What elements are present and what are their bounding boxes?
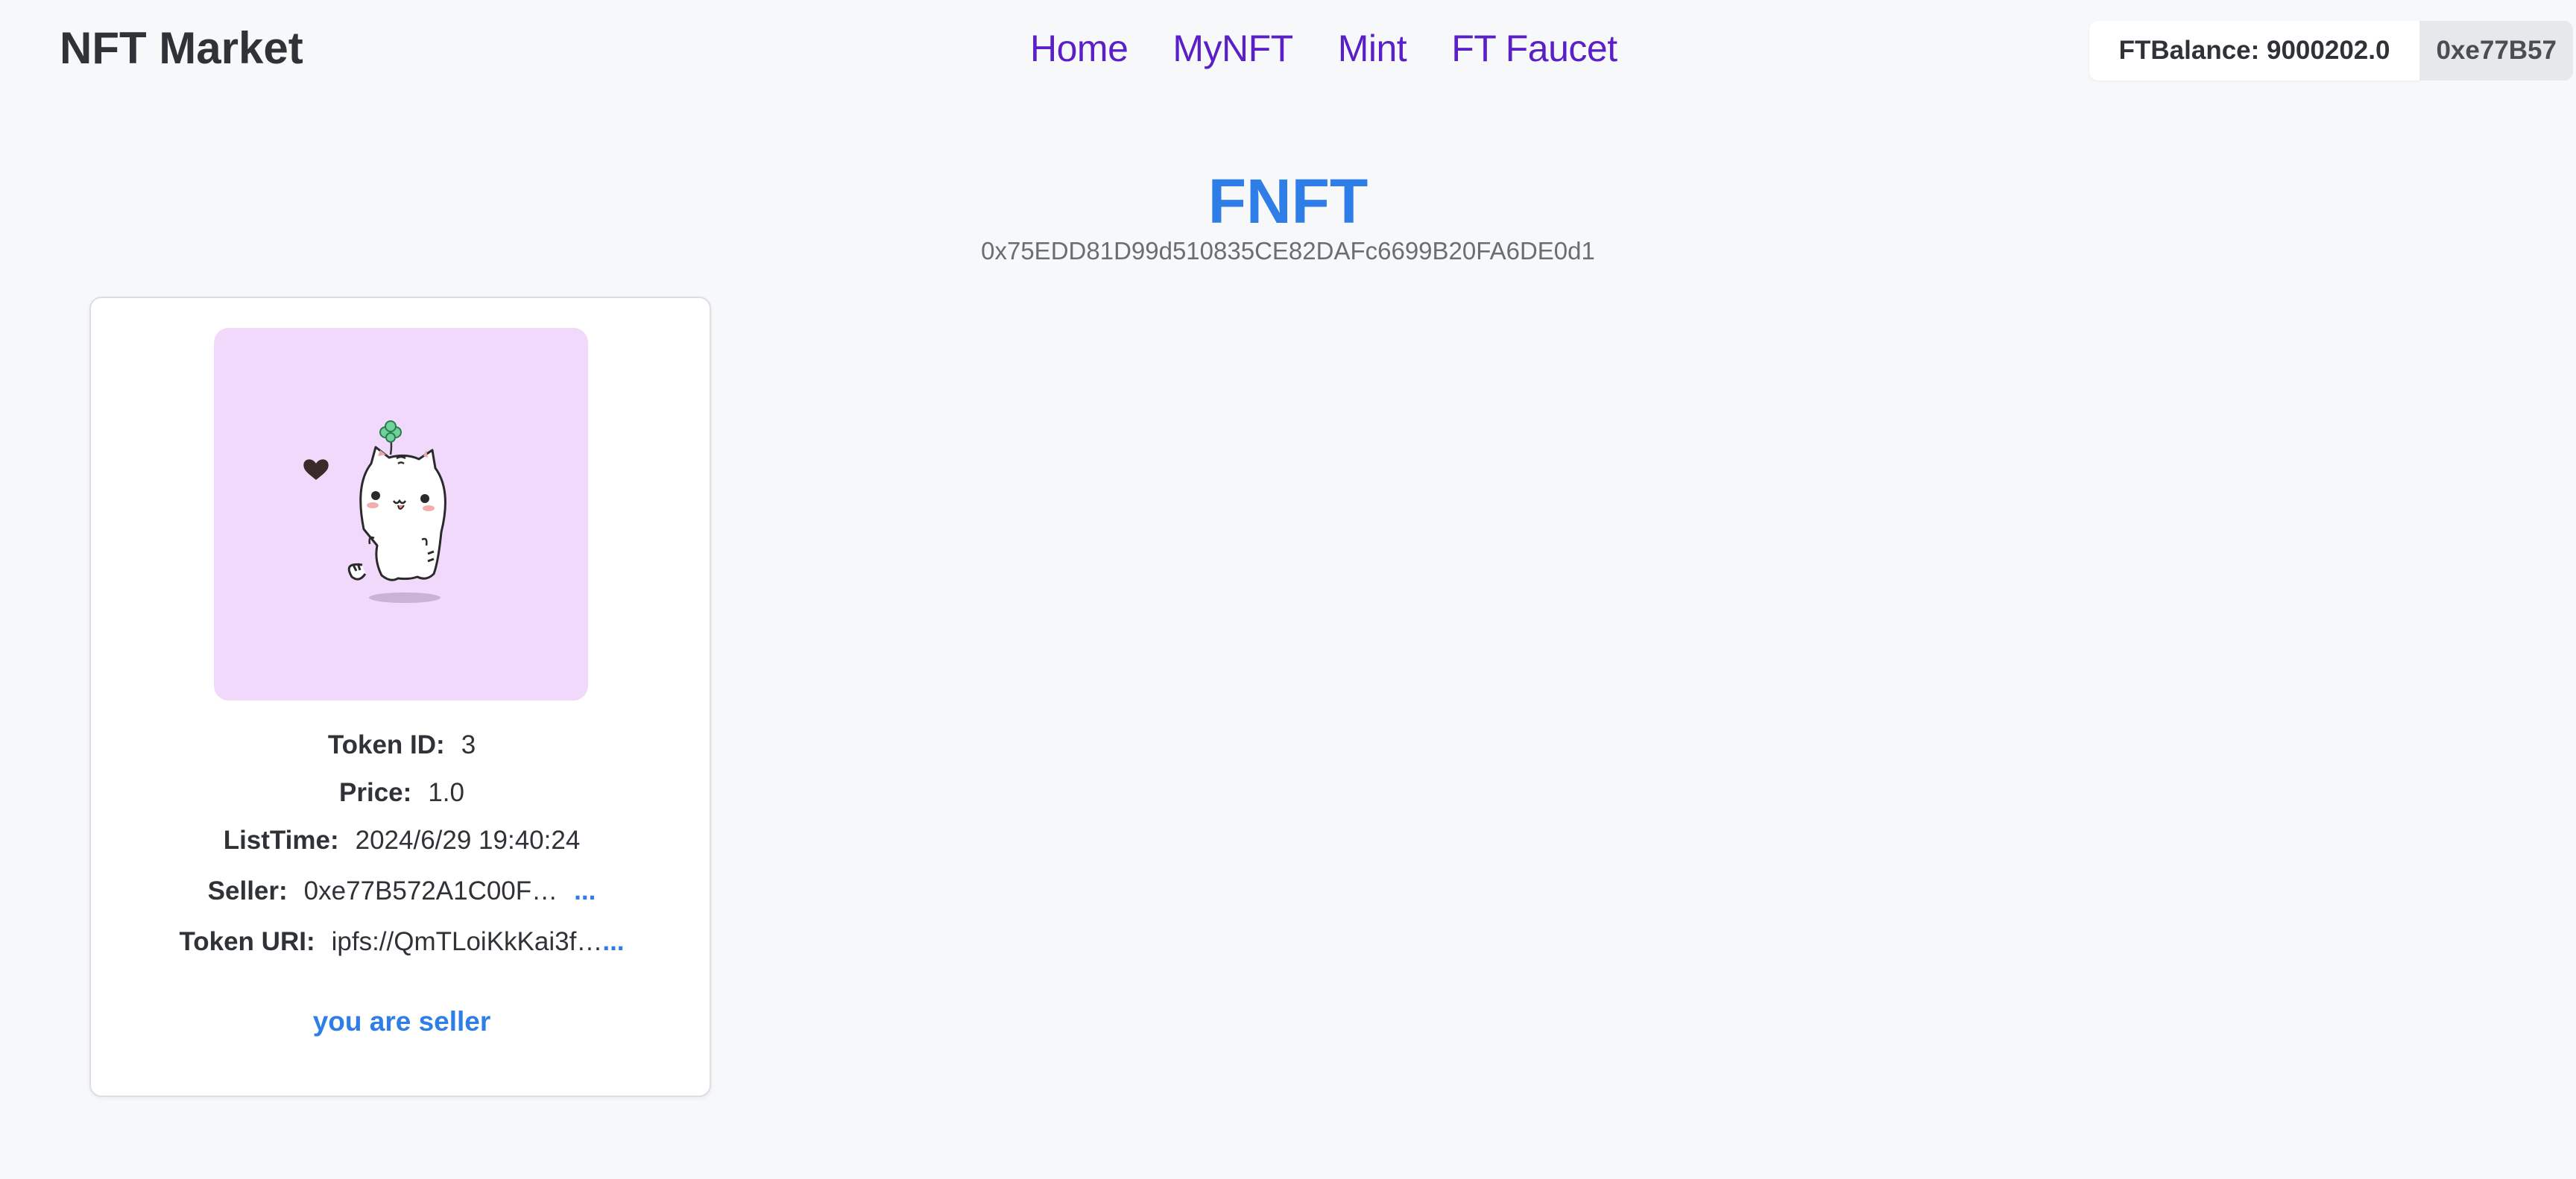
seller-label: Seller: bbox=[207, 876, 288, 905]
app-logo[interactable]: NFT Market bbox=[60, 22, 303, 74]
price-label: Price: bbox=[339, 778, 412, 807]
token-id-value: 3 bbox=[461, 730, 476, 759]
seller-row: Seller: 0xe77B572A1C00F… ... bbox=[91, 876, 713, 906]
cat-illustration bbox=[215, 328, 587, 701]
nav-mynft[interactable]: MyNFT bbox=[1172, 27, 1293, 70]
price-row: Price: 1.0 bbox=[91, 778, 713, 808]
token-id-label: Token ID: bbox=[327, 730, 445, 759]
seller-status: you are seller bbox=[312, 1006, 491, 1037]
list-time-row: ListTime: 2024/6/29 19:40:24 bbox=[91, 826, 713, 856]
nft-card[interactable]: Token ID: 3 Price: 1.0 ListTime: 2024/6/… bbox=[89, 297, 711, 1097]
token-uri-value: ipfs://QmTLoiKkKai3f… bbox=[331, 927, 603, 956]
token-uri-expand-button[interactable]: ... bbox=[602, 927, 624, 957]
token-id-row: Token ID: 3 bbox=[91, 730, 713, 760]
wallet-widget[interactable]: FTBalance: 9000202.0 0xe77B57 bbox=[2089, 21, 2573, 80]
main-nav: Home MyNFT Mint FT Faucet bbox=[1030, 27, 1617, 70]
price-value: 1.0 bbox=[428, 778, 464, 807]
ft-balance: FTBalance: 9000202.0 bbox=[2089, 21, 2420, 80]
page: NFT Market Home MyNFT Mint FT Faucet FTB… bbox=[0, 0, 2576, 1179]
list-time-value: 2024/6/29 19:40:24 bbox=[355, 826, 581, 855]
nav-ft-faucet[interactable]: FT Faucet bbox=[1451, 27, 1617, 70]
nav-mint[interactable]: Mint bbox=[1338, 27, 1407, 70]
nft-image[interactable] bbox=[214, 328, 588, 701]
seller-value: 0xe77B572A1C00F… bbox=[303, 876, 558, 905]
nav-home[interactable]: Home bbox=[1030, 27, 1128, 70]
token-uri-row: Token URI: ipfs://QmTLoiKkKai3f… ... bbox=[91, 927, 713, 957]
collection-title: FNFT bbox=[1208, 166, 1368, 236]
token-uri-label: Token URI: bbox=[179, 927, 315, 956]
seller-expand-button[interactable]: ... bbox=[574, 876, 596, 906]
collection-address: 0x75EDD81D99d510835CE82DAFc6699B20FA6DE0… bbox=[981, 237, 1595, 265]
account-address-button[interactable]: 0xe77B57 bbox=[2419, 21, 2573, 80]
list-time-label: ListTime: bbox=[223, 826, 339, 855]
